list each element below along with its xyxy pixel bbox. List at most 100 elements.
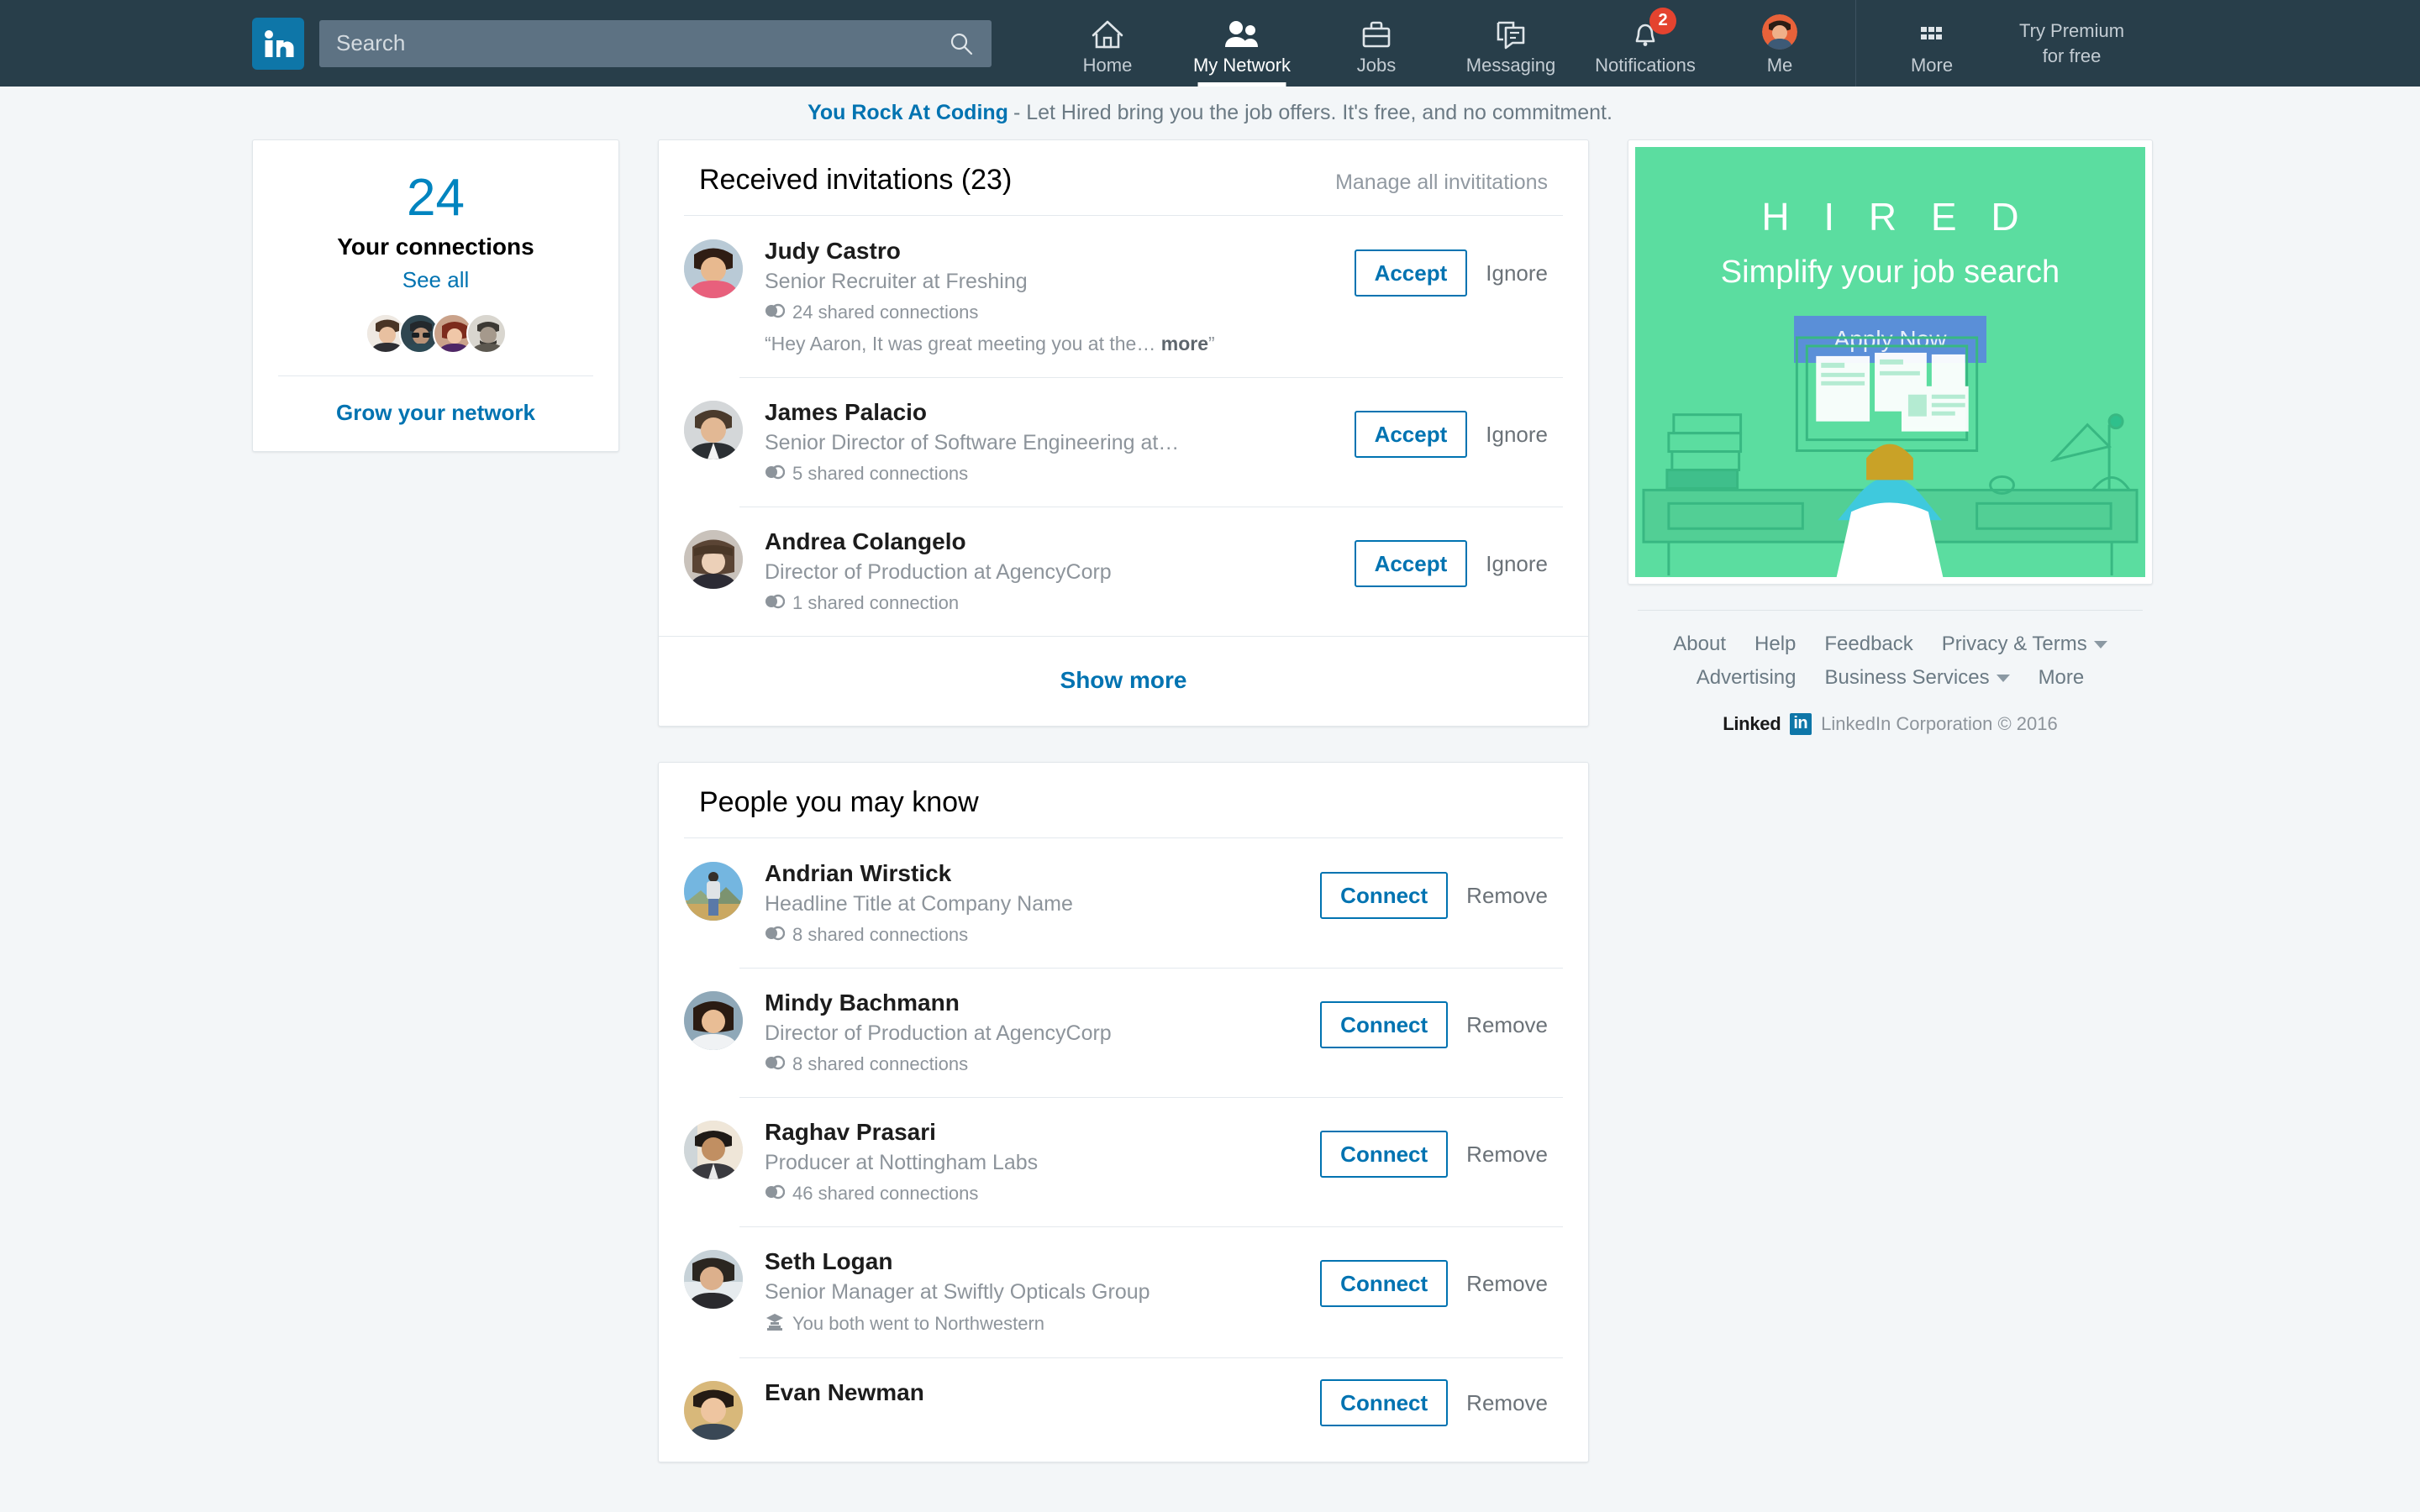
premium-line-2: for free [2043,44,2102,69]
invitation-more-link[interactable]: more [1161,333,1208,354]
remove-button[interactable]: Remove [1466,1271,1548,1297]
footer-link-feedback[interactable]: Feedback [1824,633,1912,656]
nav-item-more[interactable]: More [1865,0,1999,87]
avatar-icon [1762,16,1797,50]
people-you-may-know-card: People you may know Andrian Wirstick Hea… [658,762,1589,1462]
avatar[interactable] [684,862,743,921]
remove-button[interactable]: Remove [1466,883,1548,909]
shared-connections-icon [765,924,785,946]
nav-item-notifications[interactable]: 2 Notifications [1578,0,1712,87]
person-name[interactable]: Seth Logan [765,1248,1320,1275]
ignore-button[interactable]: Ignore [1486,422,1548,448]
nav-item-label: Messaging [1466,55,1555,76]
manage-all-invitations-link[interactable]: Manage all invititations [1335,171,1548,195]
promo-banner: You Rock At Coding - Let Hired bring you… [0,87,2420,139]
nav-item-me[interactable]: Me [1712,0,1847,87]
nav-item-jobs[interactable]: Jobs [1309,0,1444,87]
people-info: Evan Newman [743,1379,1320,1406]
person-headline: Senior Manager at Swiftly Opticals Group [765,1280,1320,1305]
linkedin-logo-icon[interactable] [252,18,304,70]
connect-button[interactable]: Connect [1320,1131,1448,1178]
shared-connections-icon [765,463,785,485]
avatar[interactable] [684,401,743,459]
person-name[interactable]: Mindy Bachmann [765,990,1320,1016]
ad-brand-title: H I R E D [1749,194,2030,239]
nav-item-label: Me [1767,55,1793,76]
shared-connections: 46 shared connections [765,1183,1320,1205]
briefcase-icon [1360,16,1392,50]
chevron-down-icon [2094,641,2107,648]
nav-item-my-network[interactable]: My Network [1175,0,1309,87]
avatar[interactable] [684,991,743,1050]
footer-links-row-1: About Help Feedback Privacy & Terms [1628,611,2153,656]
avatar[interactable] [684,239,743,298]
invitation-message: “Hey Aaron, It was great meeting you at … [765,333,1355,355]
footer-link-more[interactable]: More [2039,666,2085,690]
your-connections-card: 24 Your connections See all Grow your ne… [252,139,619,452]
footer-link-privacy-terms[interactable]: Privacy & Terms [1942,633,2107,656]
nav-item-messaging[interactable]: Messaging [1444,0,1578,87]
nav-item-home[interactable]: Home [1040,0,1175,87]
person-name[interactable]: Andrea Colangelo [765,528,1355,555]
footer-link-about[interactable]: About [1673,633,1726,656]
nav-item-label: Jobs [1357,55,1396,76]
hired-advertisement-card[interactable]: H I R E D Simplify your job search Apply… [1628,139,2153,585]
center-column: Received invitations (23) Manage all inv… [658,139,1589,1462]
invitation-actions: Accept Ignore [1355,540,1548,587]
person-name[interactable]: Evan Newman [765,1379,1320,1406]
search-icon[interactable] [944,27,978,60]
footer-link-advertising[interactable]: Advertising [1697,666,1797,690]
person-headline: Producer at Nottingham Labs [765,1151,1320,1175]
shared-connections-text: 46 shared connections [792,1183,978,1205]
person-headline: Director of Production at AgencyCorp [765,1021,1320,1046]
footer-link-business-services[interactable]: Business Services [1824,666,2009,690]
connect-button[interactable]: Connect [1320,1260,1448,1307]
person-name[interactable]: Andrian Wirstick [765,860,1320,887]
grid-icon [1918,16,1945,50]
person-headline: Director of Production at AgencyCorp [765,560,1355,585]
person-name[interactable]: James Palacio [765,399,1355,426]
avatar[interactable] [466,313,507,354]
remove-button[interactable]: Remove [1466,1012,1548,1038]
accept-button[interactable]: Accept [1355,411,1468,458]
person-headline: Headline Title at Company Name [765,892,1320,916]
person-name[interactable]: Judy Castro [765,238,1355,265]
remove-button[interactable]: Remove [1466,1390,1548,1416]
promo-link[interactable]: You Rock At Coding [808,101,1008,125]
remove-button[interactable]: Remove [1466,1142,1548,1168]
accept-button[interactable]: Accept [1355,249,1468,297]
avatar[interactable] [684,530,743,589]
show-more-wrap: Show more [659,636,1588,726]
accept-button[interactable]: Accept [1355,540,1468,587]
try-premium-link[interactable]: Try Premium for free [1999,0,2144,87]
page-content: 24 Your connections See all Grow your ne… [0,139,2420,1462]
footer-link-help[interactable]: Help [1754,633,1796,656]
ignore-button[interactable]: Ignore [1486,551,1548,577]
nav-right-group: More Try Premium for free [1865,0,2144,87]
nav-item-label: Home [1083,55,1133,76]
people-actions: Connect Remove [1320,1131,1548,1178]
avatar[interactable] [684,1121,743,1179]
search-bar[interactable] [319,20,992,67]
shared-connections: 8 shared connections [765,1053,1320,1075]
show-more-button[interactable]: Show more [659,637,1588,726]
avatar[interactable] [684,1250,743,1309]
search-input[interactable] [336,30,944,56]
shared-connections-text: 8 shared connections [792,924,968,946]
connect-button[interactable]: Connect [1320,1001,1448,1048]
shared-connections-icon [765,302,785,323]
shared-connections-icon [765,1183,785,1205]
grow-your-network-link[interactable]: Grow your network [278,376,593,451]
connections-title: Your connections [278,234,593,260]
ad-content: H I R E D Simplify your job search Apply… [1635,147,2145,577]
ignore-button[interactable]: Ignore [1486,260,1548,286]
people-info: Seth Logan Senior Manager at Swiftly Opt… [743,1248,1320,1336]
see-all-link[interactable]: See all [278,267,593,293]
connect-button[interactable]: Connect [1320,872,1448,919]
connect-button[interactable]: Connect [1320,1379,1448,1426]
people-row: Andrian Wirstick Headline Title at Compa… [659,838,1588,968]
people-info: Andrian Wirstick Headline Title at Compa… [743,860,1320,946]
person-name[interactable]: Raghav Prasari [765,1119,1320,1146]
avatar[interactable] [684,1381,743,1440]
people-info: Raghav Prasari Producer at Nottingham La… [743,1119,1320,1205]
